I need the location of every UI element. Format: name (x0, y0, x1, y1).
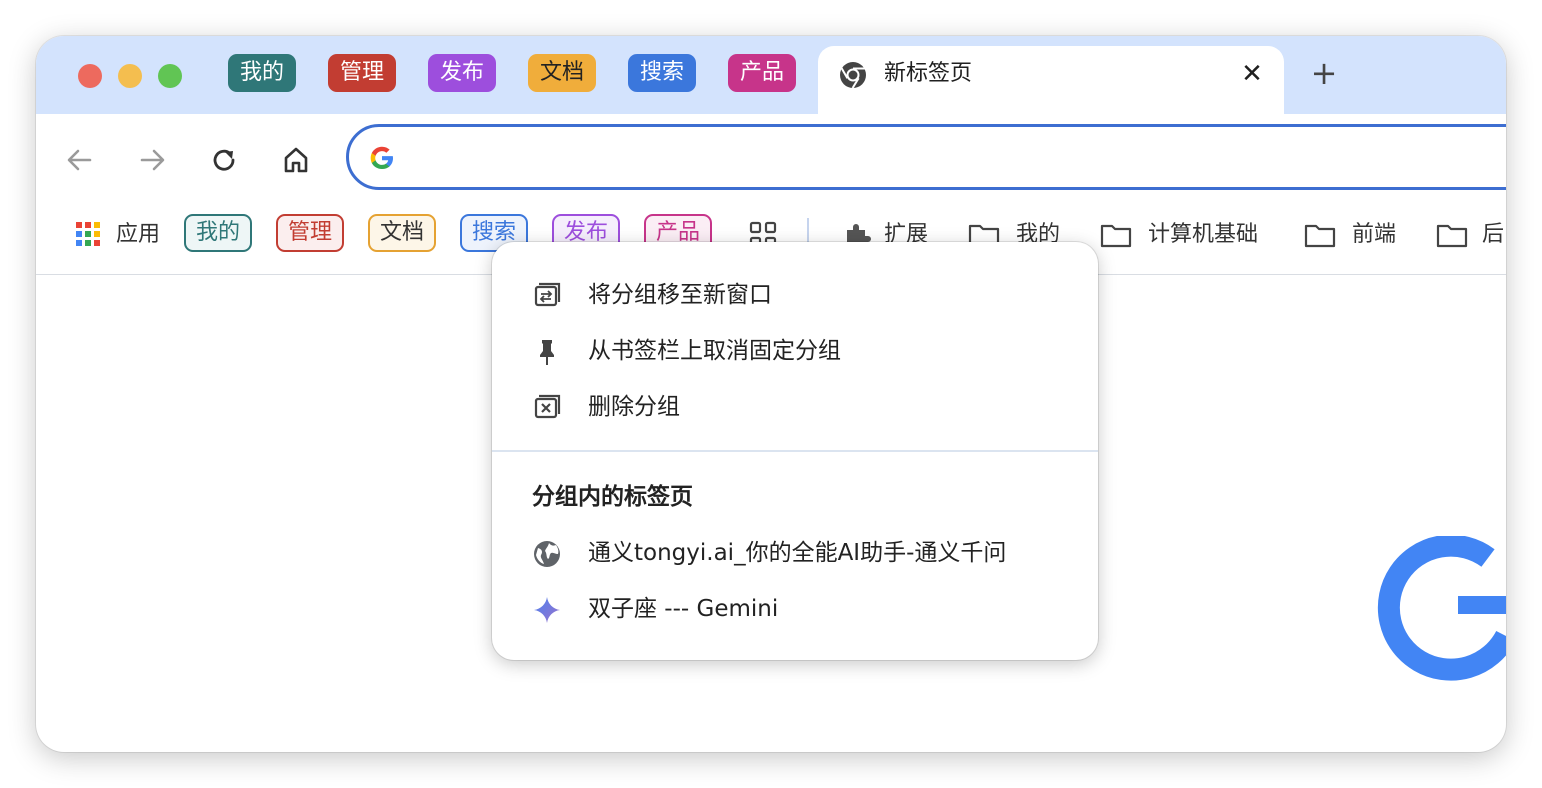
bookmark-folder-backend[interactable]: 后 (1482, 218, 1504, 252)
new-tab-button[interactable]: + (1306, 56, 1342, 92)
zoom-window-button[interactable] (158, 64, 182, 88)
pin-icon (540, 340, 554, 365)
bookmark-group-mine[interactable]: 我的 (184, 214, 253, 252)
menu-tab-tongyi[interactable]: 通义tongyi.ai_你的全能AI助手-通义千问 (492, 527, 1098, 579)
bookmark-apps[interactable]: 应用 (116, 218, 160, 252)
menu-item-label: 将分组移至新窗口 (588, 282, 772, 308)
menu-item-label: 删除分组 (588, 394, 680, 420)
globe-icon (534, 541, 560, 567)
bookmark-group-manage[interactable]: 管理 (276, 214, 345, 252)
menu-item-unpin-group[interactable]: 从书签栏上取消固定分组 (492, 325, 1098, 377)
menu-tab-gemini[interactable]: 双子座 --- Gemini (492, 583, 1098, 635)
bookmark-folder-frontend[interactable]: 前端 (1352, 218, 1396, 252)
menu-item-delete-group[interactable]: 删除分组 (492, 381, 1098, 433)
google-icon (370, 146, 393, 169)
tab-group-product[interactable]: 产品 (728, 54, 797, 92)
active-tab[interactable]: 新标签页 ✕ (818, 46, 1284, 114)
close-window-button[interactable] (78, 64, 102, 88)
tab-group-search[interactable]: 搜索 (628, 54, 697, 92)
tab-group-manage[interactable]: 管理 (328, 54, 397, 92)
tab-strip: 我的 管理 发布 文档 搜索 产品 新标签页 ✕ + (36, 36, 1506, 114)
tab-group-mine[interactable]: 我的 (228, 54, 297, 92)
move-to-window-icon (534, 282, 561, 307)
menu-section-title: 分组内的标签页 (532, 484, 693, 510)
google-logo (1377, 536, 1506, 686)
minimize-window-button[interactable] (118, 64, 142, 88)
tab-group-publish[interactable]: 发布 (428, 54, 497, 92)
apps-grid-icon (76, 222, 100, 246)
menu-item-label: 从书签栏上取消固定分组 (588, 338, 841, 364)
tab-group-docs[interactable]: 文档 (528, 54, 597, 92)
delete-group-icon (534, 394, 561, 419)
chrome-icon (840, 62, 866, 89)
bookmark-folder-cs-basics[interactable]: 计算机基础 (1148, 218, 1258, 252)
menu-item-move-group-to-new-window[interactable]: 将分组移至新窗口 (492, 269, 1098, 321)
back-icon[interactable] (62, 142, 98, 178)
address-bar[interactable] (346, 124, 1506, 190)
reload-icon[interactable] (206, 142, 242, 178)
address-input[interactable] (409, 141, 1413, 177)
gemini-sparkle-icon (534, 597, 560, 623)
folder-icon (1100, 224, 1132, 248)
toolbar (36, 114, 1506, 206)
tab-group-context-menu: 将分组移至新窗口 从书签栏上取消固定分组 删除分组 分组内的标签页 通义tong… (492, 242, 1098, 660)
menu-tab-label: 通义tongyi.ai_你的全能AI助手-通义千问 (588, 540, 1007, 566)
bookmark-group-docs[interactable]: 文档 (368, 214, 437, 252)
tab-title: 新标签页 (884, 61, 973, 86)
home-icon[interactable] (278, 142, 314, 178)
folder-icon (1436, 224, 1468, 248)
close-tab-icon[interactable]: ✕ (1238, 60, 1266, 88)
forward-icon[interactable] (134, 142, 170, 178)
menu-tab-label: 双子座 --- Gemini (588, 596, 779, 622)
folder-icon (1304, 224, 1336, 248)
menu-divider (492, 450, 1098, 452)
